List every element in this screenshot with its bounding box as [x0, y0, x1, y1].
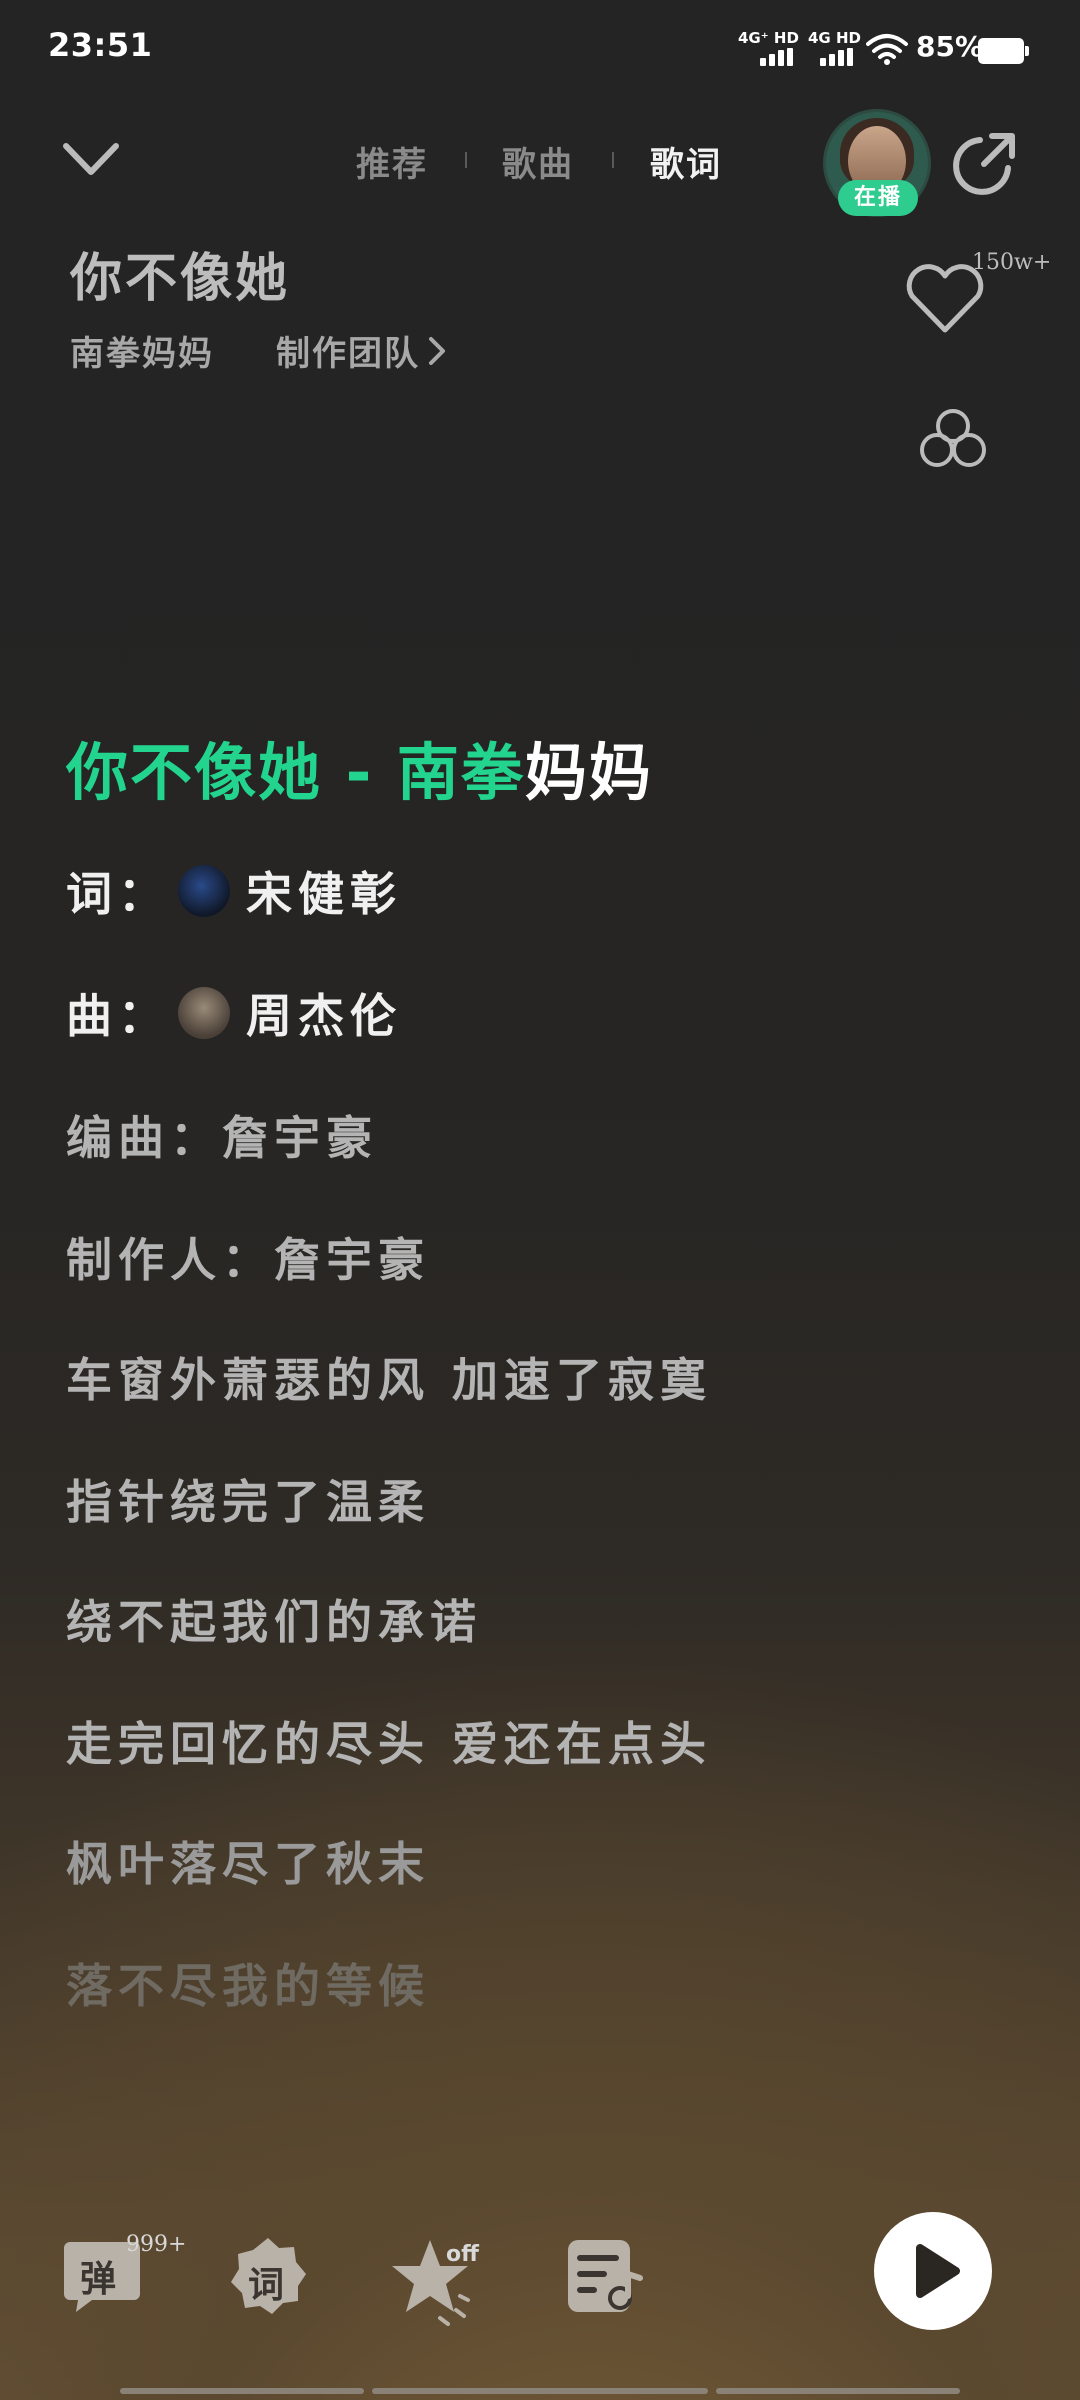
production-team-label: 制作团队	[276, 334, 420, 374]
clover-icon[interactable]	[914, 402, 992, 480]
lyric-current-sung: 你不像她 - 南拳	[66, 736, 525, 809]
lyricist-name[interactable]: 宋健彰	[246, 858, 402, 924]
lyricist-label: 词：	[66, 867, 170, 921]
composer-label: 曲：	[66, 989, 170, 1043]
like-count: 150w+	[972, 250, 1052, 275]
battery-percent: 85%	[916, 30, 984, 63]
playlist-button[interactable]	[564, 2236, 644, 2316]
lyric-line[interactable]: 枫叶落尽了秋末	[66, 1828, 430, 1894]
lyric-line[interactable]: 绕不起我们的承诺	[66, 1586, 482, 1652]
lyric-current-unsung: 妈妈	[524, 736, 653, 809]
network-1-label: 4G⁺ HD	[738, 29, 799, 47]
play-button[interactable]	[874, 2212, 992, 2330]
playlist-icon	[568, 2240, 643, 2312]
lyric-line[interactable]: 走完回忆的尽头 爱还在点头	[66, 1708, 712, 1774]
danmu-count: 999+	[126, 2232, 187, 2257]
share-icon[interactable]	[952, 130, 1018, 196]
progress-segment	[716, 2388, 960, 2394]
progress-segment	[120, 2388, 364, 2394]
lyricist-avatar[interactable]	[178, 865, 230, 917]
lyric-line[interactable]: 指针绕完了温柔	[66, 1466, 430, 1532]
lyric-line[interactable]: 制作人：詹宇豪	[66, 1224, 430, 1290]
danmu-label: 弹	[80, 2259, 117, 2300]
signal-1-icon	[760, 48, 793, 66]
tab-lyrics[interactable]: 歌词	[650, 137, 722, 186]
tab-song[interactable]: 歌曲	[502, 137, 574, 186]
lyric-lyricist-line[interactable]: 词： 宋健彰	[66, 858, 402, 924]
star-status: off	[446, 2242, 479, 2267]
status-time: 23:51	[48, 26, 153, 64]
lyric-line[interactable]: 落不尽我的等候	[66, 1950, 430, 2016]
lyric-button[interactable]: 词	[228, 2236, 308, 2316]
lyric-composer-line[interactable]: 曲： 周杰伦	[66, 980, 402, 1046]
composer-avatar[interactable]	[178, 987, 230, 1039]
song-title: 你不像她	[70, 249, 291, 309]
tab-separator	[612, 152, 614, 168]
play-icon	[916, 2244, 960, 2298]
tab-separator	[465, 152, 467, 168]
song-artist[interactable]: 南拳妈妈	[70, 326, 214, 375]
lyric-current-line[interactable]: 你不像她 - 南拳妈妈	[66, 722, 653, 812]
tab-recommend[interactable]: 推荐	[356, 137, 428, 186]
progress-segment	[372, 2388, 708, 2394]
network-2-label: 4G HD	[808, 29, 861, 47]
lyric-line[interactable]: 编曲：詹宇豪	[66, 1102, 378, 1168]
collapse-chevron-icon[interactable]	[62, 138, 120, 184]
lyric-line[interactable]: 车窗外萧瑟的风 加速了寂寞	[66, 1344, 712, 1410]
chevron-right-icon	[429, 336, 445, 365]
now-playing-badge[interactable]: 在播	[838, 180, 918, 216]
signal-2-icon	[820, 48, 853, 66]
composer-name[interactable]: 周杰伦	[246, 980, 402, 1046]
wifi-icon	[866, 34, 908, 65]
lyric-label: 词	[248, 2265, 285, 2306]
production-team-link[interactable]: 制作团队	[276, 326, 446, 375]
battery-icon	[978, 38, 1030, 64]
